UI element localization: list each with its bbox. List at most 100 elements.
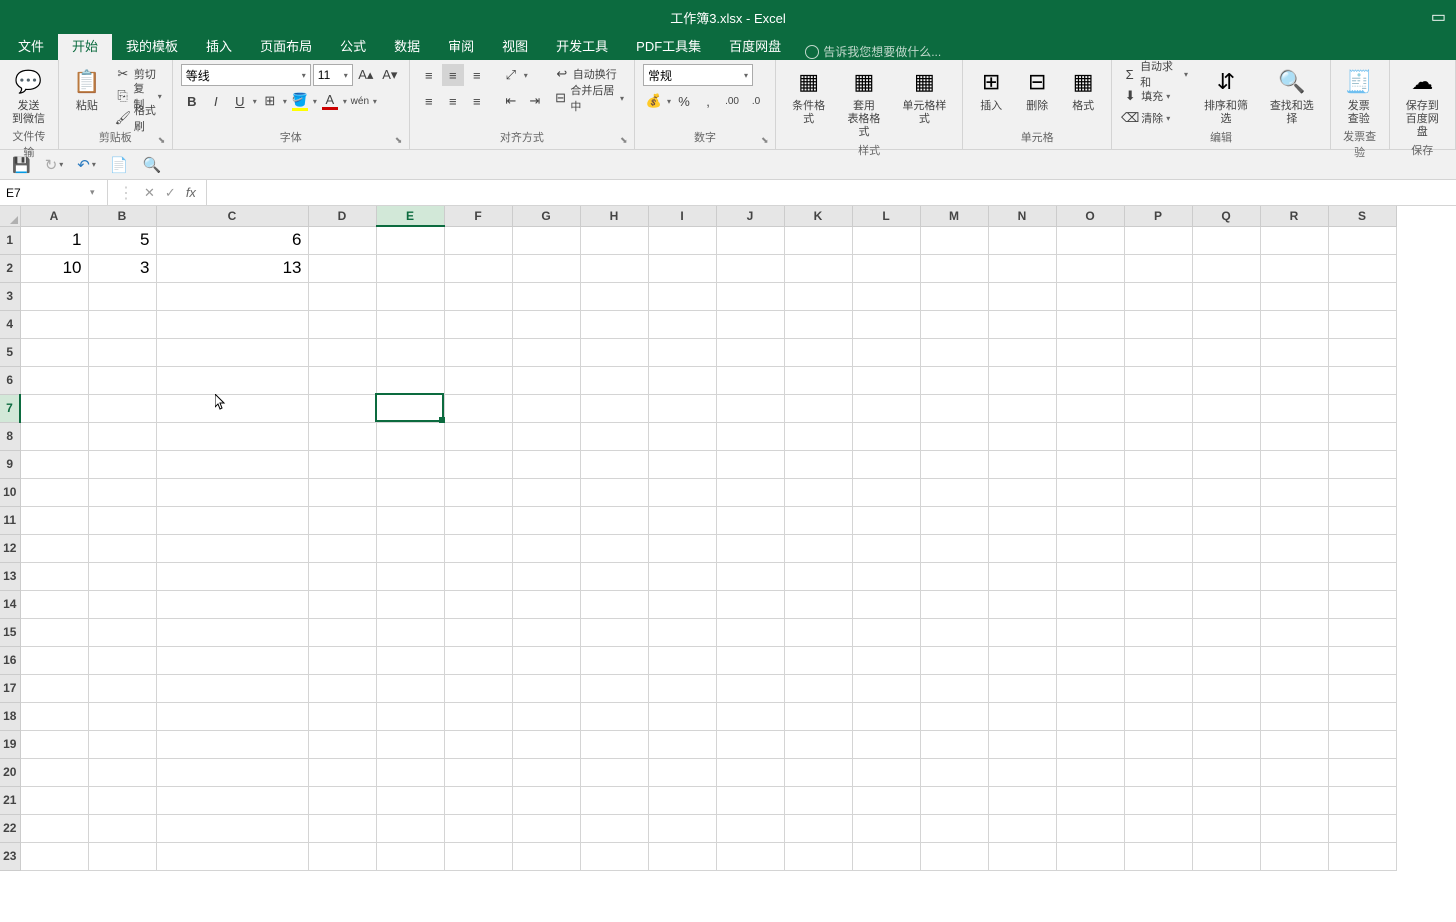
select-all-corner[interactable] xyxy=(0,206,20,226)
cell-R9[interactable] xyxy=(1260,450,1328,478)
cell-S5[interactable] xyxy=(1328,338,1396,366)
cell-N12[interactable] xyxy=(988,534,1056,562)
cell-H11[interactable] xyxy=(580,506,648,534)
cell-E12[interactable] xyxy=(376,534,444,562)
cell-C12[interactable] xyxy=(156,534,308,562)
cell-B7[interactable] xyxy=(88,394,156,422)
cell-R1[interactable] xyxy=(1260,226,1328,254)
cell-B16[interactable] xyxy=(88,646,156,674)
cell-Q7[interactable] xyxy=(1192,394,1260,422)
invoice-check-button[interactable]: 🧾发票 查验 xyxy=(1339,64,1379,128)
cell-L19[interactable] xyxy=(852,730,920,758)
increase-font-button[interactable]: A▴ xyxy=(355,64,377,86)
row-header-17[interactable]: 17 xyxy=(0,674,20,702)
column-header-K[interactable]: K xyxy=(784,206,852,226)
cell-D3[interactable] xyxy=(308,282,376,310)
cell-B8[interactable] xyxy=(88,422,156,450)
cell-L7[interactable] xyxy=(852,394,920,422)
cell-F1[interactable] xyxy=(444,226,512,254)
cell-S14[interactable] xyxy=(1328,590,1396,618)
spreadsheet-grid[interactable]: ABCDEFGHIJKLMNOPQRS115621031334567891011… xyxy=(0,206,1456,871)
cell-G8[interactable] xyxy=(512,422,580,450)
cell-L12[interactable] xyxy=(852,534,920,562)
cell-R8[interactable] xyxy=(1260,422,1328,450)
cell-Q18[interactable] xyxy=(1192,702,1260,730)
cell-R13[interactable] xyxy=(1260,562,1328,590)
cell-R3[interactable] xyxy=(1260,282,1328,310)
cell-A18[interactable] xyxy=(20,702,88,730)
cell-C9[interactable] xyxy=(156,450,308,478)
cell-S2[interactable] xyxy=(1328,254,1396,282)
cell-K18[interactable] xyxy=(784,702,852,730)
cell-O15[interactable] xyxy=(1056,618,1124,646)
cell-S16[interactable] xyxy=(1328,646,1396,674)
cell-D4[interactable] xyxy=(308,310,376,338)
cell-N17[interactable] xyxy=(988,674,1056,702)
cell-H14[interactable] xyxy=(580,590,648,618)
cell-I4[interactable] xyxy=(648,310,716,338)
row-header-19[interactable]: 19 xyxy=(0,730,20,758)
cell-P16[interactable] xyxy=(1124,646,1192,674)
cell-J16[interactable] xyxy=(716,646,784,674)
cell-P13[interactable] xyxy=(1124,562,1192,590)
row-header-2[interactable]: 2 xyxy=(0,254,20,282)
cell-Q13[interactable] xyxy=(1192,562,1260,590)
cell-E4[interactable] xyxy=(376,310,444,338)
cell-G22[interactable] xyxy=(512,814,580,842)
row-header-1[interactable]: 1 xyxy=(0,226,20,254)
cell-A14[interactable] xyxy=(20,590,88,618)
cell-A4[interactable] xyxy=(20,310,88,338)
cell-R17[interactable] xyxy=(1260,674,1328,702)
cell-H17[interactable] xyxy=(580,674,648,702)
align-left-button[interactable]: ≡ xyxy=(418,90,440,112)
cell-H10[interactable] xyxy=(580,478,648,506)
cell-P17[interactable] xyxy=(1124,674,1192,702)
cell-I5[interactable] xyxy=(648,338,716,366)
cell-F8[interactable] xyxy=(444,422,512,450)
phonetic-button[interactable]: wén xyxy=(349,90,371,112)
cell-P11[interactable] xyxy=(1124,506,1192,534)
cell-A23[interactable] xyxy=(20,842,88,870)
fill-button[interactable]: ⬇填充▾ xyxy=(1120,86,1190,106)
cell-A5[interactable] xyxy=(20,338,88,366)
cell-O20[interactable] xyxy=(1056,758,1124,786)
tell-me[interactable]: 告诉我您想要做什么... xyxy=(805,43,941,60)
cell-D7[interactable] xyxy=(308,394,376,422)
cell-M6[interactable] xyxy=(920,366,988,394)
cell-B14[interactable] xyxy=(88,590,156,618)
cell-N14[interactable] xyxy=(988,590,1056,618)
cell-C15[interactable] xyxy=(156,618,308,646)
cell-P19[interactable] xyxy=(1124,730,1192,758)
cell-D9[interactable] xyxy=(308,450,376,478)
cell-M3[interactable] xyxy=(920,282,988,310)
cell-R4[interactable] xyxy=(1260,310,1328,338)
cell-C20[interactable] xyxy=(156,758,308,786)
column-header-I[interactable]: I xyxy=(648,206,716,226)
cell-I6[interactable] xyxy=(648,366,716,394)
tab-insert[interactable]: 插入 xyxy=(192,31,246,60)
cell-I9[interactable] xyxy=(648,450,716,478)
chevron-down-icon[interactable]: ▾ xyxy=(283,97,287,106)
cell-S10[interactable] xyxy=(1328,478,1396,506)
cell-R20[interactable] xyxy=(1260,758,1328,786)
cell-G13[interactable] xyxy=(512,562,580,590)
cell-H8[interactable] xyxy=(580,422,648,450)
cell-Q16[interactable] xyxy=(1192,646,1260,674)
cell-P10[interactable] xyxy=(1124,478,1192,506)
cell-F12[interactable] xyxy=(444,534,512,562)
cell-M23[interactable] xyxy=(920,842,988,870)
cell-O6[interactable] xyxy=(1056,366,1124,394)
name-box[interactable]: ▾ xyxy=(0,180,108,205)
formula-input[interactable] xyxy=(207,180,1456,205)
cell-M19[interactable] xyxy=(920,730,988,758)
cell-J1[interactable] xyxy=(716,226,784,254)
cell-L1[interactable] xyxy=(852,226,920,254)
cell-K19[interactable] xyxy=(784,730,852,758)
cell-Q8[interactable] xyxy=(1192,422,1260,450)
cell-M10[interactable] xyxy=(920,478,988,506)
cell-A12[interactable] xyxy=(20,534,88,562)
cell-F10[interactable] xyxy=(444,478,512,506)
chevron-down-icon[interactable]: ▾ xyxy=(253,97,257,106)
cell-P9[interactable] xyxy=(1124,450,1192,478)
cell-B13[interactable] xyxy=(88,562,156,590)
